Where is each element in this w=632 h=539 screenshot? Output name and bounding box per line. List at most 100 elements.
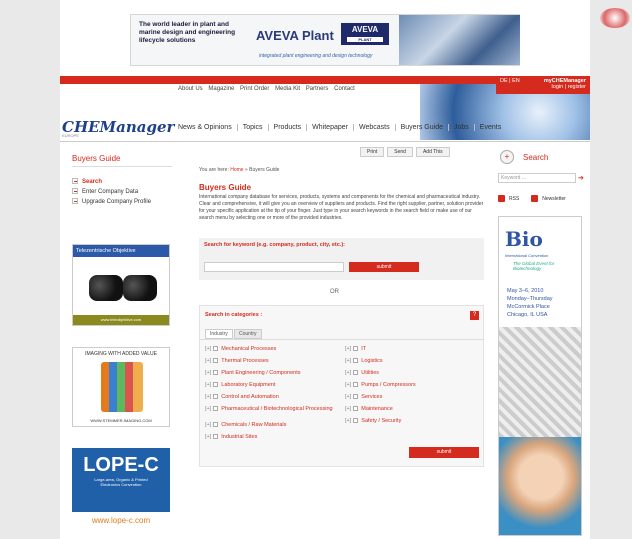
- category-label: Industrial Sites: [221, 434, 258, 440]
- breadcrumb-current: » Buyers Guide: [243, 167, 280, 173]
- category-item[interactable]: [+] Utilities: [345, 370, 379, 376]
- topnav-magazine[interactable]: Magazine: [208, 86, 234, 92]
- nav-webcasts[interactable]: Webcasts: [359, 124, 396, 131]
- ad-lope-c[interactable]: LOPE-C Large-area, Organic & Printed Ele…: [72, 448, 170, 512]
- category-item[interactable]: [+] Thermal Processes: [205, 358, 269, 364]
- category-item[interactable]: [+] Mechanical Processes: [205, 346, 276, 352]
- site-search-input[interactable]: Keyword ...: [498, 173, 576, 183]
- ad-telecentric-lenses[interactable]: Telezentrische Objektive www.teleobjekti…: [72, 244, 170, 326]
- page-tools: Print Send Add This: [360, 147, 453, 157]
- checkbox[interactable]: [353, 370, 359, 376]
- checkbox[interactable]: [213, 346, 219, 352]
- nav-whitepaper[interactable]: Whitepaper: [312, 124, 354, 131]
- search-go-arrow-icon[interactable]: ➔: [578, 174, 584, 182]
- category-item[interactable]: [+] Pharmaceutical / Biotechnological Pro…: [205, 406, 335, 412]
- banner-tagline: integrated plant engineering and design …: [259, 53, 373, 59]
- checkbox[interactable]: [213, 406, 219, 412]
- right-search-title: Search: [523, 153, 549, 162]
- newsletter-link[interactable]: Newsletter: [542, 196, 566, 202]
- checkbox[interactable]: [353, 418, 359, 424]
- window-margin: [590, 0, 632, 539]
- category-item[interactable]: [+] Maintenance: [345, 406, 393, 412]
- page-title: Buyers Guide: [199, 183, 252, 192]
- sidebar-item-label: Enter Company Data: [82, 189, 139, 195]
- category-label: Safety / Security: [361, 418, 402, 424]
- category-item[interactable]: [+] Industrial Sites: [205, 434, 257, 440]
- category-item[interactable]: [+] Laboratory Equipment: [205, 382, 275, 388]
- checkbox[interactable]: [353, 406, 359, 412]
- send-button[interactable]: Send: [387, 147, 413, 157]
- topnav-media-kit[interactable]: Media Kit: [275, 86, 300, 92]
- topnav-partners[interactable]: Partners: [306, 86, 329, 92]
- nav-jobs[interactable]: Jobs: [454, 124, 475, 131]
- nav-topics[interactable]: Topics: [243, 124, 269, 131]
- category-label: Maintenance: [361, 406, 393, 412]
- sidebar-item-upgrade-profile[interactable]: Upgrade Company Profile: [72, 197, 151, 207]
- checkbox[interactable]: [213, 358, 219, 364]
- category-item[interactable]: [+] Pumps / Compressors: [345, 382, 416, 388]
- category-item[interactable]: [+] Control and Automation: [205, 394, 279, 400]
- ad2-footer: WWW.STEMMER-IMAGING.COM: [90, 418, 152, 423]
- category-label: Chemicals / Raw Materials: [221, 422, 287, 428]
- breadcrumb-home[interactable]: Home: [230, 167, 243, 173]
- sidebar-item-label: Search: [82, 179, 103, 185]
- topnav-contact[interactable]: Contact: [334, 86, 355, 92]
- banner-product: AVEVA Plant: [256, 28, 334, 43]
- top-nav: About Us Magazine Print Order Media Kit …: [178, 86, 359, 92]
- category-item[interactable]: [+] Logistics: [345, 358, 383, 364]
- sidebar-item-enter-company-data[interactable]: Enter Company Data: [72, 187, 151, 197]
- category-item[interactable]: [+] Plant Engineering / Components: [205, 370, 300, 376]
- category-item[interactable]: [+] Safety / Security: [345, 418, 401, 424]
- category-label: Services: [361, 394, 383, 400]
- sidebar-divider: [72, 166, 172, 167]
- bio-place: McCormick Place: [507, 304, 550, 310]
- checkbox[interactable]: [213, 422, 219, 428]
- bio-logo: Bio: [505, 227, 543, 251]
- language-switch[interactable]: DE | EN: [500, 78, 520, 84]
- checkbox[interactable]: [353, 394, 359, 400]
- topnav-about[interactable]: About Us: [178, 86, 203, 92]
- tab-divider: [200, 339, 483, 340]
- sidebar-item-search[interactable]: Search: [72, 177, 151, 187]
- add-this-button[interactable]: Add This: [415, 147, 450, 157]
- child-photo: [499, 437, 581, 535]
- tab-country[interactable]: Country: [234, 329, 262, 339]
- top-banner-ad[interactable]: The world leader in plant and marine des…: [130, 14, 520, 66]
- nav-news[interactable]: News & Opinions: [178, 124, 238, 131]
- keyword-search-input[interactable]: [204, 262, 344, 272]
- nav-products[interactable]: Products: [274, 124, 308, 131]
- checkbox[interactable]: [213, 434, 219, 440]
- cells-image: [499, 327, 581, 437]
- rss-icon: [498, 195, 505, 202]
- checkbox[interactable]: [213, 394, 219, 400]
- checkbox[interactable]: [353, 358, 359, 364]
- checkbox[interactable]: [353, 382, 359, 388]
- tab-industry[interactable]: Industry: [205, 329, 233, 339]
- category-item[interactable]: [+] Chemicals / Raw Materials: [205, 422, 286, 428]
- keyword-submit-button[interactable]: submit: [349, 262, 419, 272]
- ad-bio-convention[interactable]: Bio International Convention The Global …: [498, 216, 582, 536]
- aveva-logo: AVEVA PLANT: [341, 23, 389, 45]
- rss-link[interactable]: RSS: [509, 196, 519, 202]
- account-links[interactable]: login | register: [500, 84, 586, 90]
- nav-buyers-guide[interactable]: Buyers Guide: [401, 124, 449, 131]
- checkbox[interactable]: [213, 370, 219, 376]
- category-item[interactable]: [+] Services: [345, 394, 382, 400]
- category-label: Plant Engineering / Components: [221, 370, 301, 376]
- checkbox[interactable]: [213, 382, 219, 388]
- category-search-panel: Search in categories : ? Industry Countr…: [199, 305, 484, 467]
- category-submit-button[interactable]: submit: [409, 447, 479, 458]
- feed-links: RSS Newsletter: [498, 195, 566, 202]
- main-nav: News & Opinions Topics Products Whitepap…: [178, 124, 511, 131]
- help-icon[interactable]: ?: [470, 311, 479, 320]
- checkbox[interactable]: [353, 346, 359, 352]
- keyword-search-label: Search for keyword (e.g. company, produc…: [204, 242, 345, 248]
- print-button[interactable]: Print: [360, 147, 385, 157]
- category-item[interactable]: [+] IT: [345, 346, 366, 352]
- nav-events[interactable]: Events: [480, 124, 506, 131]
- topnav-print-order[interactable]: Print Order: [240, 86, 269, 92]
- breadcrumb-prefix: You are here:: [199, 167, 231, 173]
- ad3-url[interactable]: www.lope-c.com: [72, 516, 170, 525]
- ad-stemmer-imaging[interactable]: IMAGING WITH ADDED VALUE WWW.STEMMER-IMA…: [72, 347, 170, 427]
- keyword-search-panel: Search for keyword (e.g. company, produc…: [199, 238, 484, 280]
